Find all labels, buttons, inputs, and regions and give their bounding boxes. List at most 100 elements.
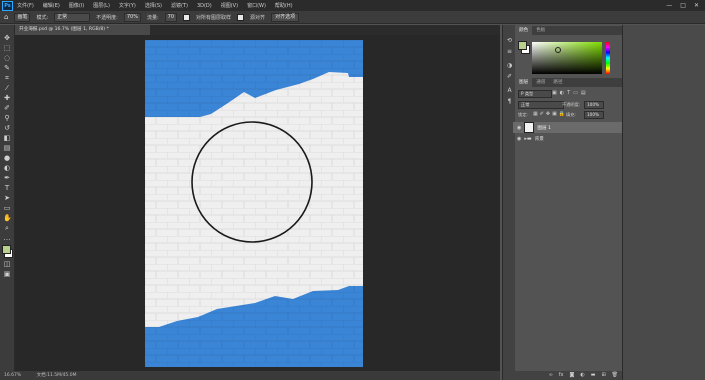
- menu-select[interactable]: 选择(S): [145, 2, 162, 9]
- marquee-tool-icon[interactable]: ⬚: [3, 45, 11, 52]
- folder-icon: ▸▬: [524, 135, 532, 142]
- new-layer-icon[interactable]: ⊞: [601, 371, 605, 380]
- quick-mask-icon[interactable]: ◫: [3, 261, 11, 268]
- aligned-label: 源对齐: [250, 14, 266, 21]
- mode-label: 模式:: [36, 14, 49, 21]
- menu-filter[interactable]: 滤镜(T): [171, 2, 188, 9]
- visibility-eye-icon[interactable]: ◉: [517, 136, 521, 142]
- color-picker-field[interactable]: [532, 42, 602, 74]
- menu-3d[interactable]: 3D(D): [197, 3, 212, 9]
- menu-help[interactable]: 帮助(H): [275, 2, 293, 9]
- menu-edit[interactable]: 编辑(E): [43, 2, 60, 9]
- menu-window[interactable]: 窗口(W): [247, 2, 266, 9]
- shape-tool-icon[interactable]: ▭: [3, 205, 11, 212]
- artwork-image: [145, 40, 363, 367]
- trash-icon[interactable]: 🗑: [612, 371, 618, 380]
- gradient-tool-icon[interactable]: ▤: [3, 145, 11, 152]
- photoshop-logo: Ps: [2, 0, 13, 11]
- filter-icons[interactable]: ▣◐T▭▤: [552, 90, 589, 96]
- panel-foreground-swatch[interactable]: [518, 41, 527, 50]
- fx-icon[interactable]: fx: [559, 371, 564, 380]
- maximize-icon[interactable]: □: [680, 2, 686, 9]
- screen-mode-icon[interactable]: ▣: [3, 271, 11, 278]
- menu-file[interactable]: 文件(F): [17, 2, 34, 9]
- folder-icon[interactable]: ▬: [591, 371, 596, 380]
- properties-panel-icon[interactable]: ≡: [506, 49, 513, 55]
- fill-input[interactable]: 100%: [584, 111, 604, 119]
- tab-paths[interactable]: 路径: [549, 78, 566, 87]
- menu-type[interactable]: 文字(Y): [119, 2, 136, 9]
- document-canvas[interactable]: [145, 40, 363, 367]
- dodge-tool-icon[interactable]: ◐: [3, 165, 11, 172]
- paragraph-panel-icon[interactable]: ¶: [506, 99, 513, 105]
- sample-all-label: 对所有图层取样: [196, 14, 232, 21]
- lasso-tool-icon[interactable]: ◌: [3, 55, 11, 62]
- brush-panel-icon[interactable]: ✐: [506, 74, 513, 80]
- layers-panel-footer: ∞ fx ◙ ◐ ▬ ⊞ 🗑: [515, 371, 622, 380]
- lock-label: 锁定:: [518, 112, 528, 117]
- opacity-label: 不透明度:: [96, 14, 118, 21]
- type-tool-icon[interactable]: T: [3, 185, 11, 192]
- layer-opacity-label: 不透明度:: [562, 102, 581, 107]
- more-tools-icon[interactable]: …: [3, 235, 11, 242]
- brush-tool-icon[interactable]: ✐: [3, 105, 11, 112]
- lock-icons[interactable]: ▦✐✥▣🔒: [533, 111, 567, 117]
- layer-thumbnail: [524, 122, 535, 133]
- tab-color[interactable]: 颜色: [515, 26, 533, 35]
- move-tool-icon[interactable]: ✥: [3, 35, 11, 42]
- menu-image[interactable]: 图像(I): [69, 2, 84, 9]
- clone-stamp-tool-icon[interactable]: ⚲: [3, 115, 11, 122]
- crop-tool-icon[interactable]: ⌗: [3, 75, 11, 82]
- mask-icon[interactable]: ◙: [569, 371, 574, 380]
- path-selection-tool-icon[interactable]: ➤: [3, 195, 11, 202]
- layer-kind-filter[interactable]: P 类型: [518, 90, 552, 98]
- mode-select[interactable]: 正常: [54, 12, 91, 22]
- eyedropper-tool-icon[interactable]: ⁄: [3, 85, 11, 92]
- zoom-level[interactable]: 16.67%: [4, 373, 21, 378]
- menu-layer[interactable]: 图层(L): [93, 2, 110, 9]
- tab-swatches[interactable]: 色板: [532, 26, 549, 35]
- zoom-tool-icon[interactable]: ⌕: [3, 225, 11, 232]
- character-panel-icon[interactable]: A: [506, 88, 513, 94]
- hue-slider[interactable]: [606, 42, 610, 74]
- document-size: 文档:11.5M/45.0M: [36, 373, 77, 378]
- hand-tool-icon[interactable]: ✋: [3, 215, 12, 222]
- history-brush-tool-icon[interactable]: ↺: [3, 125, 11, 132]
- eraser-tool-icon[interactable]: ◧: [3, 135, 11, 142]
- layer-row[interactable]: ◉ ▸▬ 背景: [513, 133, 622, 144]
- flow-input[interactable]: 70: [164, 12, 178, 22]
- align-options-button[interactable]: 对齐选项: [271, 12, 300, 22]
- link-icon[interactable]: ∞: [549, 371, 553, 380]
- menu-bar: Ps 文件(F) 编辑(E) 图像(I) 图层(L) 文字(Y) 选择(S) 滤…: [0, 0, 705, 11]
- blur-tool-icon[interactable]: ●: [3, 155, 11, 162]
- blend-mode-select[interactable]: 正常: [518, 101, 564, 109]
- layer-name[interactable]: 图层 1: [537, 125, 551, 131]
- opacity-input[interactable]: 70%: [123, 12, 141, 22]
- quick-select-tool-icon[interactable]: ✎: [3, 65, 11, 72]
- color-picker-cursor[interactable]: [555, 47, 561, 53]
- tool-preset-picker[interactable]: 画笔: [14, 12, 31, 22]
- minimize-icon[interactable]: —: [666, 2, 672, 9]
- status-bar: 16.67% 文档:11.5M/45.0M: [0, 371, 500, 380]
- foreground-color-swatch[interactable]: [2, 245, 11, 254]
- menu-view[interactable]: 视图(V): [221, 2, 238, 9]
- options-bar: ⌂ 画笔 模式: 正常 不透明度: 70% 流量: 70 对所有图层取样 源对齐…: [0, 11, 705, 24]
- history-panel-icon[interactable]: ⟲: [506, 38, 513, 44]
- clone-stamp-tool-icon[interactable]: ⌂: [4, 13, 8, 21]
- tab-layers[interactable]: 图层: [515, 78, 533, 87]
- color-panel-tabs: 颜色 色板: [515, 26, 622, 35]
- tab-channels[interactable]: 通道: [532, 78, 549, 87]
- adjustments-panel-icon[interactable]: ◑: [506, 63, 513, 69]
- layer-opacity-input[interactable]: 100%: [584, 101, 604, 109]
- layer-name[interactable]: 背景: [535, 136, 544, 142]
- close-icon[interactable]: ✕: [694, 2, 699, 9]
- fill-label: 填充:: [566, 112, 576, 117]
- sample-all-checkbox[interactable]: [183, 13, 191, 21]
- document-tab[interactable]: 开业海报.psd @ 16.7% (图层 1, RGB/8) *: [15, 25, 150, 35]
- adjustment-icon[interactable]: ◐: [580, 371, 584, 380]
- layer-row-selected[interactable]: ◉ 图层 1: [513, 122, 622, 133]
- visibility-eye-icon[interactable]: ◉: [517, 125, 521, 131]
- healing-brush-tool-icon[interactable]: ✚: [3, 95, 11, 102]
- aligned-checkbox[interactable]: [237, 13, 245, 21]
- pen-tool-icon[interactable]: ✒: [3, 175, 11, 182]
